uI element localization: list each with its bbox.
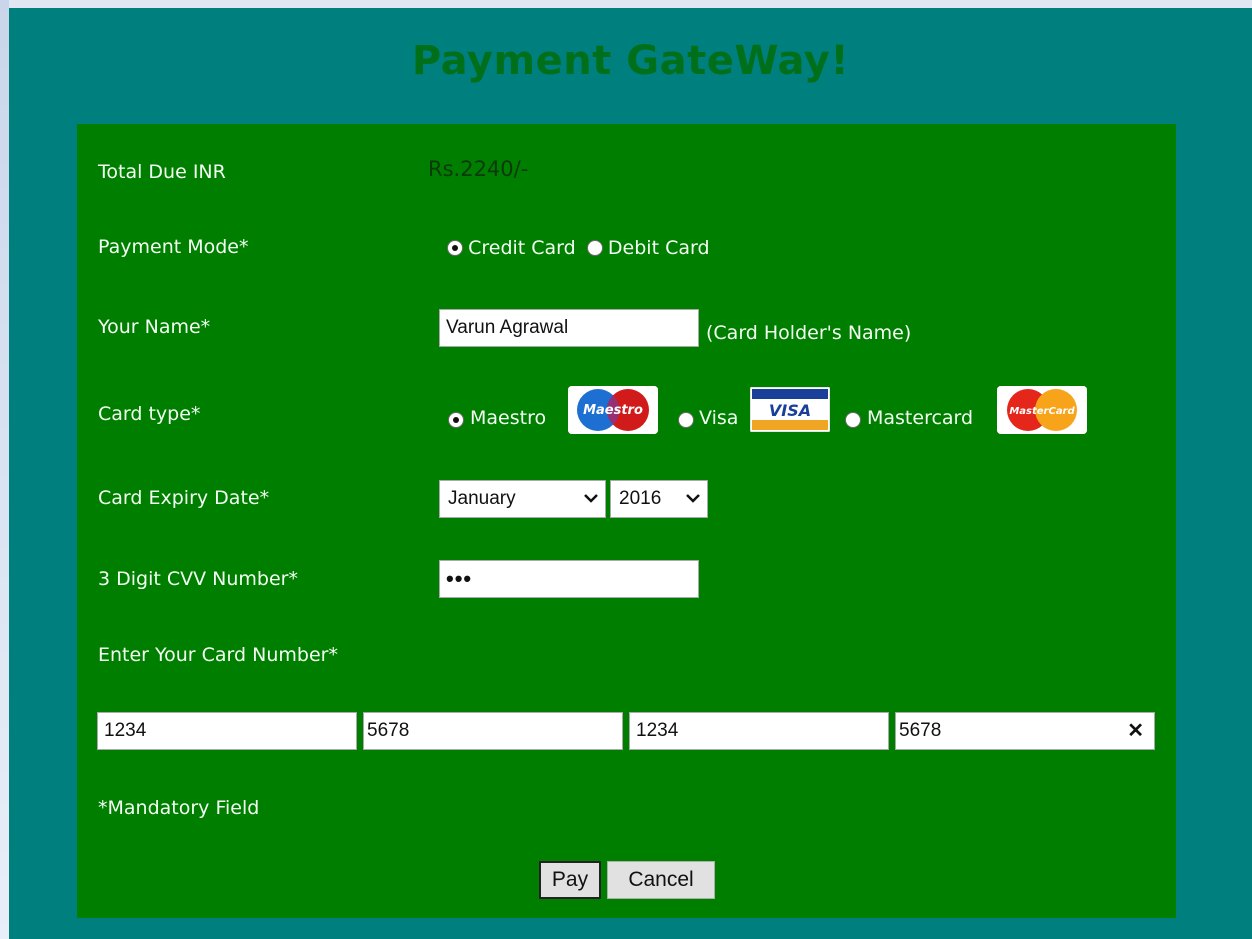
maestro-logo-text: Maestro bbox=[583, 403, 643, 418]
your-name-label: Your Name* bbox=[98, 316, 211, 338]
payment-form: Total Due INR Rs.2240/- Payment Mode* Cr… bbox=[77, 124, 1176, 918]
visa-label[interactable]: Visa bbox=[699, 407, 738, 429]
maestro-radio[interactable] bbox=[448, 412, 464, 428]
page-title: Payment GateWay! bbox=[411, 38, 850, 84]
expiry-month-select[interactable]: January bbox=[439, 480, 606, 518]
mandatory-note: *Mandatory Field bbox=[98, 797, 260, 819]
credit-card-label[interactable]: Credit Card bbox=[468, 237, 576, 259]
payment-mode-options: Credit Card Debit Card bbox=[447, 237, 710, 259]
card-type-label: Card type* bbox=[98, 403, 201, 425]
chevron-down-icon bbox=[686, 494, 700, 503]
credit-card-radio[interactable] bbox=[447, 240, 463, 256]
mastercard-logo: MasterCard bbox=[997, 386, 1087, 434]
cancel-button[interactable]: Cancel bbox=[607, 861, 715, 899]
card-holder-hint: (Card Holder's Name) bbox=[706, 322, 912, 344]
card-number-part-4-value: 5678 bbox=[899, 720, 942, 741]
window-frame-left bbox=[0, 0, 9, 939]
expiry-year-select[interactable]: 2016 bbox=[610, 480, 708, 518]
card-number-part-4[interactable]: 5678 ✕ bbox=[895, 712, 1155, 750]
visa-radio[interactable] bbox=[678, 412, 694, 428]
expiry-year-value: 2016 bbox=[619, 488, 662, 509]
expiry-month-value: January bbox=[448, 488, 516, 509]
cvv-label: 3 Digit CVV Number* bbox=[98, 568, 298, 590]
card-number-part-2[interactable]: 5678 bbox=[363, 712, 623, 750]
mastercard-radio[interactable] bbox=[845, 412, 861, 428]
card-number-label: Enter Your Card Number* bbox=[98, 644, 338, 666]
pay-button[interactable]: Pay bbox=[539, 861, 601, 899]
payment-mode-label: Payment Mode* bbox=[98, 236, 249, 258]
card-holder-name-input[interactable]: Varun Agrawal bbox=[439, 309, 699, 347]
total-due-amount: Rs.2240/- bbox=[428, 157, 529, 181]
cvv-input[interactable]: ••• bbox=[439, 560, 699, 598]
debit-card-label[interactable]: Debit Card bbox=[608, 237, 710, 259]
page: Payment GateWay! Total Due INR Rs.2240/-… bbox=[9, 8, 1252, 939]
card-number-part-1[interactable]: 1234 bbox=[97, 712, 357, 750]
maestro-logo: Maestro bbox=[568, 386, 658, 434]
maestro-label[interactable]: Maestro bbox=[470, 407, 546, 429]
visa-logo-text: VISA bbox=[769, 401, 811, 420]
card-number-part-3[interactable]: 1234 bbox=[629, 712, 889, 750]
mastercard-logo-text: MasterCard bbox=[1009, 406, 1075, 417]
visa-logo: VISA bbox=[750, 387, 830, 432]
total-due-label: Total Due INR bbox=[98, 161, 226, 183]
window-frame-top bbox=[0, 0, 1252, 8]
mastercard-label[interactable]: Mastercard bbox=[867, 407, 973, 429]
chevron-down-icon bbox=[584, 494, 598, 503]
expiry-label: Card Expiry Date* bbox=[98, 487, 270, 509]
debit-card-radio[interactable] bbox=[586, 240, 603, 256]
clear-icon[interactable]: ✕ bbox=[1127, 713, 1144, 749]
